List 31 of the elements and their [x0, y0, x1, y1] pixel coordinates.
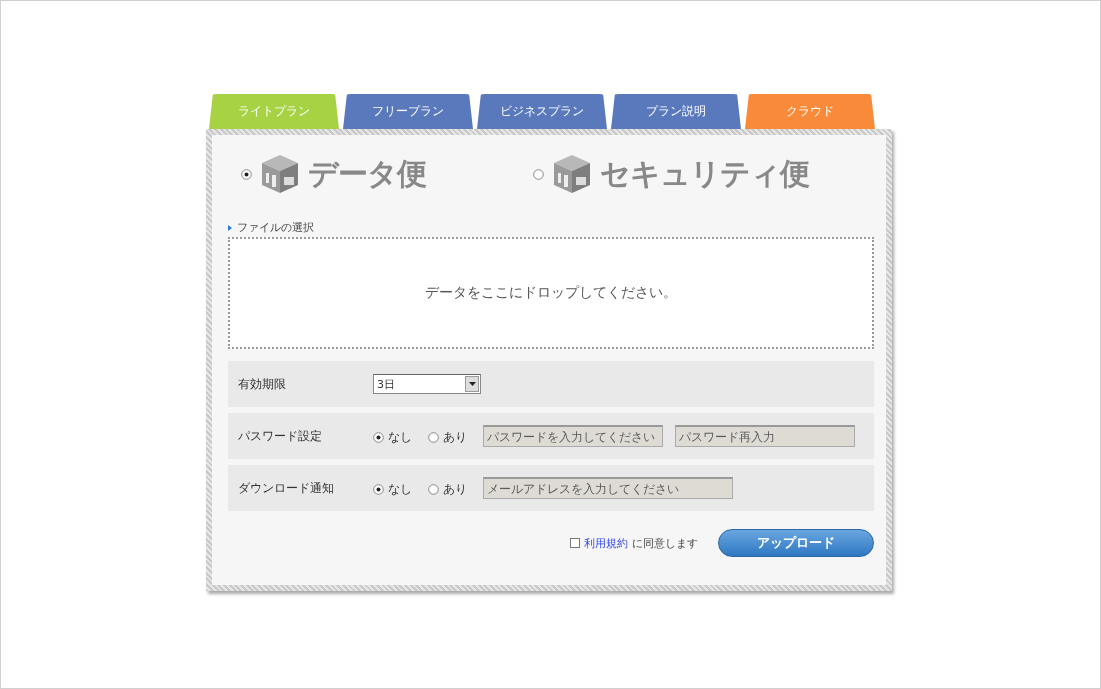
service-title: セキュリティ便 [600, 154, 809, 193]
plan-tab[interactable]: ビジネスプラン [477, 94, 607, 129]
option-label: あり [443, 480, 467, 498]
setting-label: ダウンロード通知 [238, 479, 335, 497]
setting-label: 有効期限 [238, 375, 287, 393]
plan-tab[interactable]: クラウド [745, 94, 875, 129]
radio-button[interactable] [241, 168, 252, 180]
agree-text: に同意します [632, 535, 698, 551]
dropdown-arrow-icon [468, 382, 476, 386]
radio-button[interactable] [428, 483, 439, 495]
section-heading: ファイルの選択 [237, 220, 314, 235]
option-label: なし [388, 428, 412, 446]
upload-button[interactable]: アップロード [718, 529, 874, 557]
checkbox[interactable] [570, 538, 580, 548]
drop-zone[interactable]: データをここにドロップしてください。 [228, 237, 874, 349]
plan-tab[interactable]: フリープラン [343, 94, 473, 129]
terms-link[interactable]: 利用規約 [584, 535, 628, 551]
select-field[interactable]: 3日 [373, 374, 481, 394]
radio-button[interactable] [533, 168, 544, 180]
cube-icon [260, 153, 300, 195]
option-label: なし [388, 480, 412, 498]
drop-hint: データをここにドロップしてください。 [425, 284, 677, 302]
option-label: あり [443, 428, 467, 446]
radio-button[interactable] [373, 483, 384, 495]
service-title: データ便 [308, 154, 426, 193]
bullet-icon [228, 224, 232, 231]
plan-tab[interactable]: プラン説明 [611, 94, 741, 129]
radio-button[interactable] [428, 431, 439, 443]
radio-button[interactable] [373, 431, 384, 443]
cube-icon [552, 153, 592, 195]
setting-label: パスワード設定 [238, 427, 323, 445]
